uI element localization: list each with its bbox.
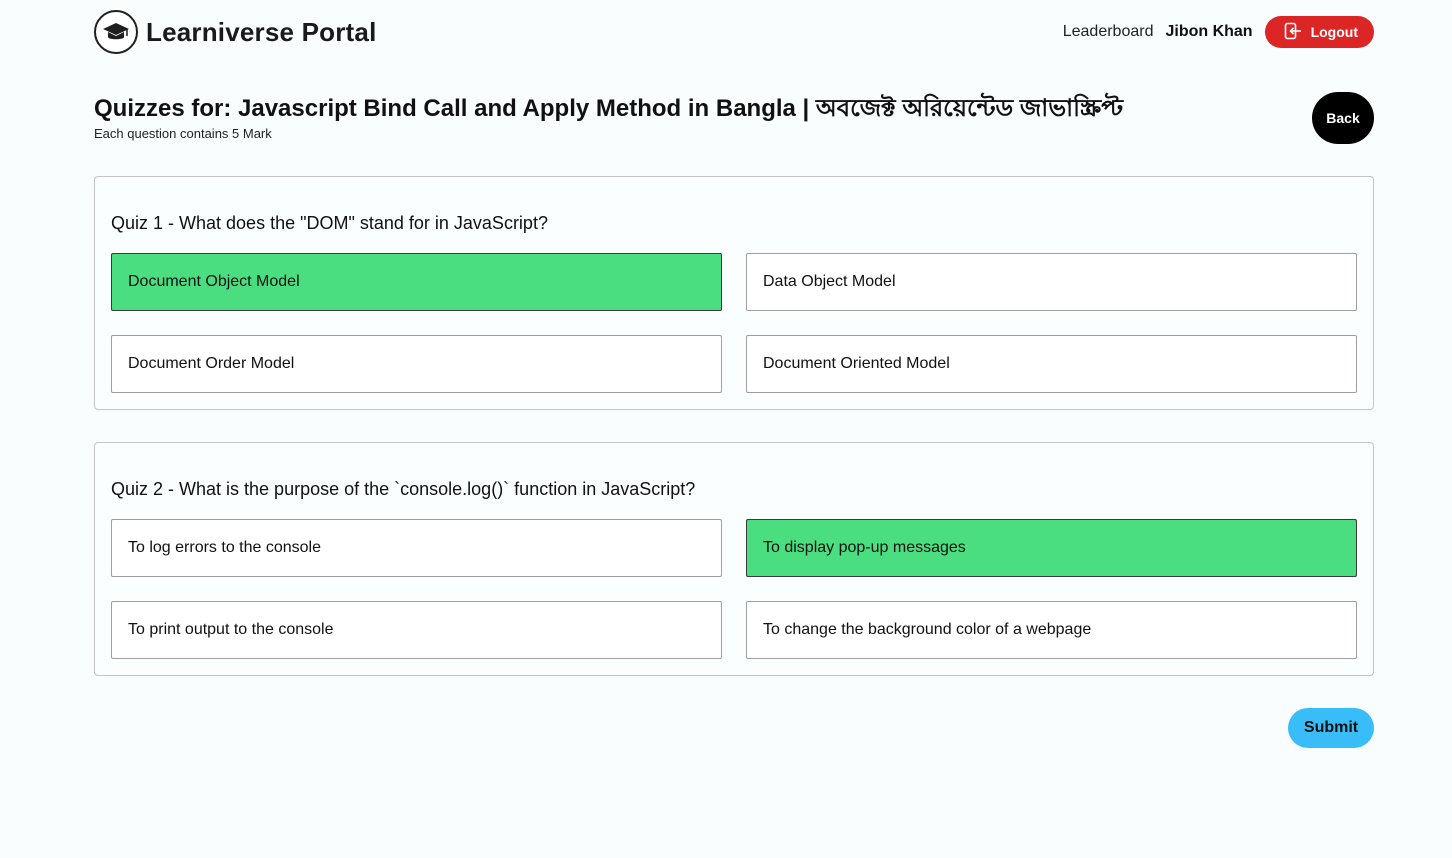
- quiz-option[interactable]: To log errors to the console: [111, 519, 722, 577]
- page-title: Quizzes for: Javascript Bind Call and Ap…: [94, 95, 1124, 122]
- logout-label: Logout: [1310, 24, 1358, 40]
- quiz-card: Quiz 1 - What does the "DOM" stand for i…: [94, 176, 1374, 410]
- option-label: To log errors to the console: [128, 539, 321, 556]
- option-label: Document Order Model: [128, 355, 295, 372]
- quiz-option[interactable]: Document Order Model: [111, 335, 722, 393]
- top-header: Learniverse Portal Leaderboard Jibon Kha…: [94, 8, 1374, 56]
- top-nav: Leaderboard Jibon Khan Logout: [1063, 16, 1374, 48]
- leaderboard-link[interactable]: Leaderboard: [1063, 23, 1154, 41]
- quiz-card: Quiz 2 - What is the purpose of the `con…: [94, 442, 1374, 676]
- option-label: Data Object Model: [763, 273, 896, 290]
- graduation-cap-icon: [94, 10, 138, 54]
- quiz-question: Quiz 1 - What does the "DOM" stand for i…: [111, 213, 548, 233]
- quiz-option[interactable]: Document Oriented Model: [746, 335, 1357, 393]
- option-label: To display pop-up messages: [763, 539, 966, 556]
- user-name: Jibon Khan: [1165, 23, 1253, 40]
- quiz-option[interactable]: To display pop-up messages: [746, 519, 1357, 577]
- back-button[interactable]: Back: [1312, 92, 1374, 144]
- page-subtitle: Each question contains 5 Mark: [94, 126, 272, 141]
- option-label: To print output to the console: [128, 621, 334, 638]
- brand[interactable]: Learniverse Portal: [94, 10, 377, 54]
- option-label: Document Object Model: [128, 273, 300, 290]
- title-block: Quizzes for: Javascript Bind Call and Ap…: [94, 92, 1294, 141]
- submit-button[interactable]: Submit: [1288, 708, 1374, 748]
- option-label: To change the background color of a webp…: [763, 621, 1092, 638]
- quiz-question: Quiz 2 - What is the purpose of the `con…: [111, 479, 696, 499]
- logout-icon: [1283, 21, 1303, 44]
- quiz-option[interactable]: To print output to the console: [111, 601, 722, 659]
- quiz-option[interactable]: Data Object Model: [746, 253, 1357, 311]
- quiz-page: Learniverse Portal Leaderboard Jibon Kha…: [0, 0, 1452, 858]
- quiz-option[interactable]: Document Object Model: [111, 253, 722, 311]
- logout-button[interactable]: Logout: [1264, 16, 1374, 48]
- brand-title: Learniverse Portal: [146, 16, 377, 47]
- option-label: Document Oriented Model: [763, 355, 950, 372]
- quiz-option[interactable]: To change the background color of a webp…: [746, 601, 1357, 659]
